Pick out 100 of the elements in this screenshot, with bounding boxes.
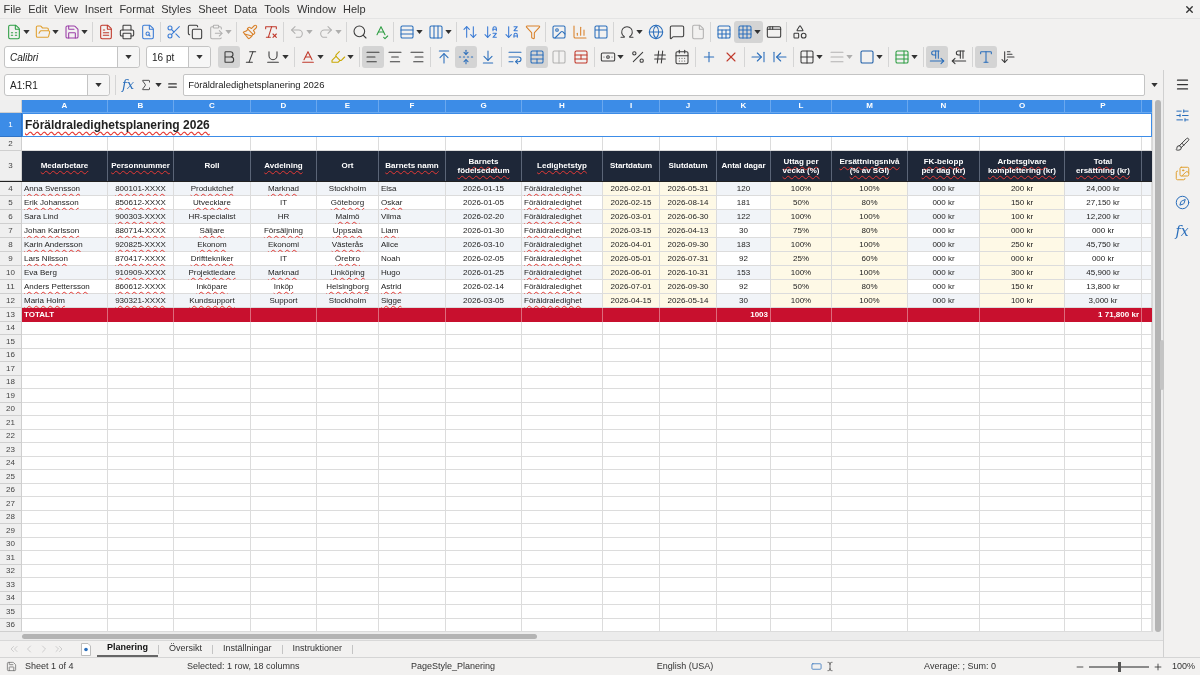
row-header[interactable]: 24 <box>0 457 22 470</box>
row-header[interactable]: 2 <box>0 137 22 151</box>
total-cell: 1003 <box>717 308 771 322</box>
formula-input[interactable]: Föräldraledighetsplanering 2026 <box>183 74 1145 96</box>
row-header[interactable]: 10 <box>0 266 22 280</box>
row-header[interactable]: 36 <box>0 619 22 632</box>
font-size-box[interactable]: 16 pt <box>146 46 211 68</box>
menu-item[interactable]: Help <box>339 0 370 18</box>
bold-button[interactable] <box>218 46 240 68</box>
row-header[interactable]: 11 <box>0 280 22 294</box>
row-header[interactable]: 19 <box>0 389 22 403</box>
zoom-percent[interactable]: 100% <box>1172 659 1196 674</box>
column-title: Roll <box>174 151 251 181</box>
sheet-tab[interactable]: Planering <box>97 641 158 657</box>
row-header[interactable]: 29 <box>0 524 22 538</box>
row-header[interactable]: 33 <box>0 578 22 592</box>
row-header[interactable]: 27 <box>0 497 22 511</box>
row-header[interactable]: 8 <box>0 238 22 252</box>
dropdown-button[interactable] <box>188 47 210 67</box>
row-header[interactable]: 25 <box>0 470 22 484</box>
freeze-button[interactable] <box>734 20 763 43</box>
rectangle-icon[interactable] <box>810 661 823 672</box>
row-header[interactable]: 4 <box>0 182 22 196</box>
row-header[interactable]: 13 <box>0 308 22 322</box>
row-header[interactable]: 34 <box>0 592 22 605</box>
scrollbar-thumb[interactable] <box>1155 100 1161 632</box>
menu-item[interactable]: Data <box>230 0 261 18</box>
menu-item[interactable]: View <box>50 0 82 18</box>
table-cell: Elsa <box>379 182 446 196</box>
row-header[interactable]: 15 <box>0 335 22 349</box>
menu-item[interactable]: Sheet <box>194 0 231 18</box>
row-header[interactable]: 5 <box>0 196 22 210</box>
row-header[interactable]: 20 <box>0 403 22 416</box>
close-icon[interactable] <box>1184 3 1195 15</box>
row-header[interactable]: 35 <box>0 605 22 619</box>
sidebar-handle[interactable] <box>1160 340 1164 390</box>
table-cell: 2026-01-25 <box>446 266 522 280</box>
menu-icon <box>1174 76 1190 92</box>
table-cell: 3,000 kr <box>1065 294 1142 308</box>
menu-item[interactable]: Format <box>115 0 158 18</box>
pilcrow-right-icon <box>929 49 945 65</box>
slider-thumb[interactable] <box>1117 661 1121 672</box>
sheet-tab[interactable]: Instruktioner <box>282 641 353 657</box>
scrollbar-thumb[interactable] <box>22 633 537 639</box>
row-header[interactable]: 7 <box>0 224 22 238</box>
table-cell: 2026-02-15 <box>603 196 660 210</box>
row-header[interactable]: 30 <box>0 538 22 551</box>
column-title: Total ersättning (kr) <box>1065 151 1142 181</box>
menu-item[interactable]: Insert <box>81 0 116 18</box>
name-box[interactable]: A1:R1 <box>4 74 110 96</box>
table-cell: Västerås <box>317 238 379 252</box>
row-header[interactable]: 26 <box>0 484 22 497</box>
row-header[interactable]: 31 <box>0 551 22 565</box>
align-left-icon <box>365 49 381 65</box>
dropdown-button[interactable] <box>87 75 109 95</box>
menu-item[interactable]: Tools <box>260 0 294 18</box>
left-to-right-button[interactable] <box>926 46 948 68</box>
row-header[interactable]: 6 <box>0 210 22 224</box>
add-sheet-button[interactable] <box>79 641 93 657</box>
text-direction-button[interactable] <box>975 46 997 68</box>
dropdown-button[interactable] <box>117 47 139 67</box>
row-header[interactable]: 3 <box>0 151 22 181</box>
brush-icon <box>1174 136 1190 152</box>
menu-item[interactable]: Styles <box>157 0 195 18</box>
row-header[interactable]: 22 <box>0 430 22 443</box>
row-header[interactable]: 23 <box>0 443 22 457</box>
text-cursor-icon[interactable] <box>825 661 835 672</box>
table-cell: Sara Lind <box>22 210 108 224</box>
arrow-to-bottom-icon <box>480 49 496 65</box>
caret-icon <box>196 55 203 59</box>
zoom-in-icon[interactable] <box>1153 661 1163 672</box>
function-wizard-button[interactable]: fx <box>121 74 136 96</box>
row-header[interactable]: 9 <box>0 252 22 266</box>
merge-center-button[interactable] <box>526 46 548 68</box>
align-left-button[interactable] <box>362 46 384 68</box>
font-name-box[interactable]: Calibri <box>4 46 140 68</box>
table-cell: Maria Holm <box>22 294 108 308</box>
row-header[interactable]: 18 <box>0 376 22 389</box>
row-header[interactable]: 32 <box>0 565 22 578</box>
sheet-tab[interactable]: Inställningar <box>213 641 282 657</box>
compass-icon <box>1174 194 1190 210</box>
functions-button[interactable]: fx <box>1171 221 1193 241</box>
table-cell: Föräldraledighet <box>522 280 603 294</box>
menu-item[interactable]: File <box>0 0 25 18</box>
selection-statistics: Average: ; Sum: 0 <box>924 659 996 673</box>
row-header[interactable]: 16 <box>0 349 22 362</box>
menu-item[interactable]: Window <box>293 0 340 18</box>
row-header[interactable]: 14 <box>0 322 22 335</box>
row-header[interactable]: 17 <box>0 362 22 376</box>
floppy-icon[interactable] <box>6 661 17 672</box>
sheet-tab[interactable]: Översikt <box>159 641 213 657</box>
center-vertically-button[interactable] <box>455 46 477 68</box>
table-cell: 45,900 kr <box>1065 266 1142 280</box>
row-header[interactable]: 21 <box>0 416 22 430</box>
caret-icon <box>80 29 88 34</box>
table-cell: 100% <box>771 182 832 196</box>
row-header[interactable]: 28 <box>0 511 22 524</box>
row-header[interactable]: 12 <box>0 294 22 308</box>
menu-item[interactable]: Edit <box>24 0 51 18</box>
language[interactable]: English (USA) <box>656 659 714 674</box>
